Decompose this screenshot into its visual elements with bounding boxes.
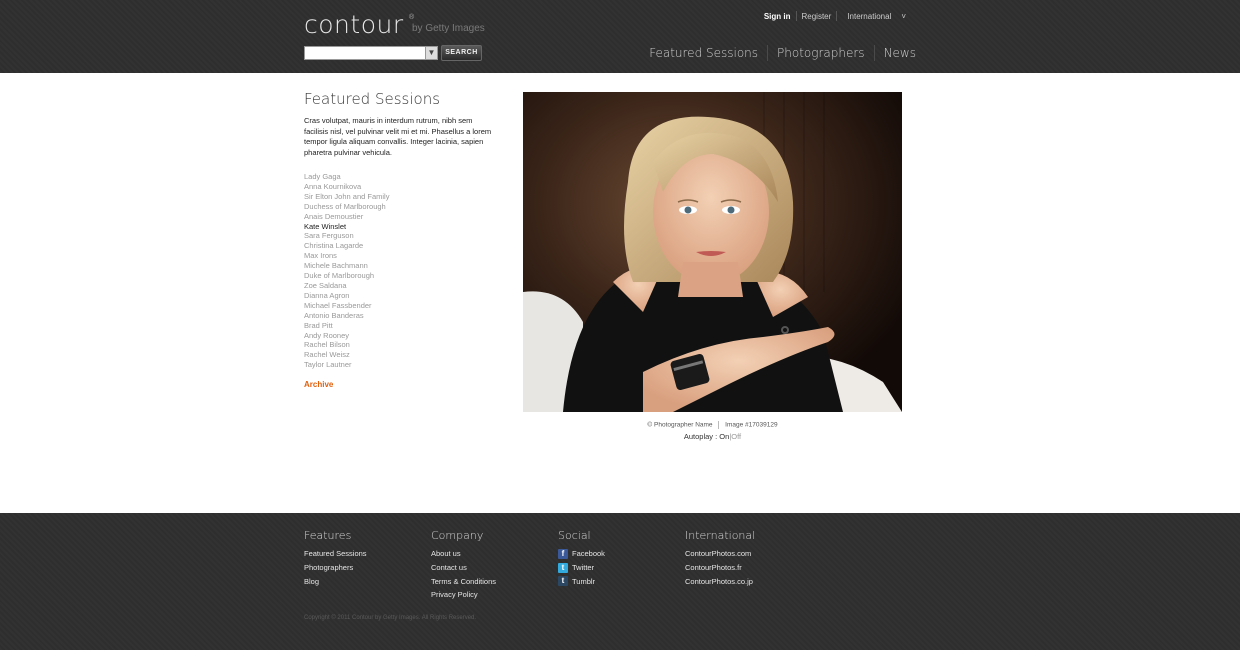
page-title: Featured Sessions (304, 90, 441, 108)
footer-link-contact[interactable]: Contact us (431, 561, 496, 575)
session-list-item[interactable]: Michael Fassbender (304, 301, 494, 311)
session-list-item[interactable]: Max Irons (304, 251, 494, 261)
photographer-name: © Photographer Name (647, 421, 713, 429)
footer-international: International ContourPhotos.com ContourP… (685, 529, 755, 588)
signin-link[interactable]: Sign in (759, 12, 796, 21)
photo-credit: © Photographer Name Image #17039129 (523, 421, 902, 429)
session-list-item[interactable]: Rachel Weisz (304, 350, 494, 360)
search-input[interactable]: ▼ (304, 46, 438, 60)
session-list-item[interactable]: Zoe Saldana (304, 281, 494, 291)
main-nav: Featured Sessions Photographers News (640, 45, 916, 61)
session-list-item[interactable]: Anais Demoustier (304, 212, 494, 222)
footer-company: Company About us Contact us Terms & Cond… (431, 529, 496, 602)
footer-link-tumblr[interactable]: t Tumblr (558, 574, 605, 588)
footer-link-blog[interactable]: Blog (304, 574, 367, 588)
featured-photo[interactable] (523, 92, 902, 412)
portrait-illustration (523, 92, 902, 412)
footer-heading: Company (431, 529, 484, 542)
header: contour ® by Getty Images ▼ SEARCH Sign … (0, 0, 1240, 73)
session-list-item[interactable]: Taylor Lautner (304, 360, 494, 370)
session-list-item[interactable]: Anna Kournikova (304, 182, 494, 192)
divider (718, 421, 720, 429)
session-list-item[interactable]: Dianna Agron (304, 291, 494, 301)
session-list: Lady Gaga Anna Kournikova Sir Elton John a… (304, 172, 494, 370)
archive-link[interactable]: Archive (304, 380, 494, 389)
autoplay-label: Autoplay : (683, 432, 718, 441)
tumblr-icon: t (558, 576, 568, 587)
session-list-item[interactable]: Kate Winslet (304, 222, 494, 232)
facebook-label: Facebook (572, 549, 605, 559)
international-dropdown[interactable]: International ˅ (837, 12, 916, 21)
facebook-icon: f (558, 548, 568, 559)
logo-byline: by Getty Images (412, 23, 485, 34)
nav-featured-sessions[interactable]: Featured Sessions (640, 46, 767, 60)
footer-link-photographers[interactable]: Photographers (304, 561, 367, 575)
session-list-item[interactable]: Lady Gaga (304, 172, 494, 182)
session-list-item[interactable]: Antonio Banderas (304, 311, 494, 321)
chevron-down-icon: ˅ (901, 11, 906, 21)
sessions-sidebar: Featured Sessions Cras volutpat, mauris … (304, 90, 494, 389)
footer-link-featured-sessions[interactable]: Featured Sessions (304, 547, 367, 561)
intro-text: Cras volutpat, mauris in interdum rutrum… (304, 116, 492, 157)
footer-features: Features Featured Sessions Photographers… (304, 529, 367, 588)
copyright: Copyright © 2011 Contour by Getty Images… (304, 615, 477, 621)
tumblr-label: Tumblr (572, 576, 596, 586)
session-list-item[interactable]: Brad Pitt (304, 321, 494, 331)
session-list-item[interactable]: Christina Lagarde (304, 241, 494, 251)
nav-news[interactable]: News (875, 46, 916, 60)
nav-photographers[interactable]: Photographers (768, 46, 874, 60)
session-list-item[interactable]: Andy Rooney (304, 331, 494, 341)
twitter-label: Twitter (572, 563, 595, 573)
register-link[interactable]: Register (797, 12, 837, 21)
footer-link-contour-com[interactable]: ContourPhotos.com (685, 547, 755, 561)
footer-link-contour-fr[interactable]: ContourPhotos.fr (685, 561, 755, 575)
international-label: International (847, 11, 892, 21)
search-button[interactable]: SEARCH (441, 45, 482, 61)
footer-link-privacy[interactable]: Privacy Policy (431, 588, 496, 602)
autoplay-on[interactable]: On (719, 432, 729, 441)
autoplay-off[interactable]: Off (731, 432, 741, 441)
footer-link-contour-jp[interactable]: ContourPhotos.co.jp (685, 574, 755, 588)
logo-wordmark: contour (304, 10, 404, 39)
twitter-icon: t (558, 562, 568, 573)
footer: Features Featured Sessions Photographers… (0, 513, 1240, 650)
session-list-item[interactable]: Rachel Bilson (304, 340, 494, 350)
footer-heading: Features (304, 529, 352, 542)
footer-heading: Social (558, 529, 591, 542)
footer-link-about[interactable]: About us (431, 547, 496, 561)
footer-heading: International (685, 529, 756, 542)
footer-link-facebook[interactable]: f Facebook (558, 547, 605, 561)
session-list-item[interactable]: Michele Bachmann (304, 261, 494, 271)
top-links: Sign in Register International ˅ (759, 11, 916, 21)
chevron-down-icon[interactable]: ▼ (425, 47, 437, 59)
registered-mark: ® (409, 14, 415, 21)
session-list-item[interactable]: Duchess of Marlborough (304, 202, 494, 212)
image-number: Image #17039129 (725, 421, 778, 429)
session-list-item[interactable]: Sara Ferguson (304, 231, 494, 241)
footer-social: Social f Facebook t Twitter t Tumblr (558, 529, 605, 588)
footer-link-terms[interactable]: Terms & Conditions (431, 574, 496, 588)
autoplay-control: Autoplay : On|Off (523, 432, 902, 441)
footer-link-twitter[interactable]: t Twitter (558, 561, 605, 575)
session-list-item[interactable]: Duke of Marlborough (304, 271, 494, 281)
session-list-item[interactable]: Sir Elton John and Family (304, 192, 494, 202)
